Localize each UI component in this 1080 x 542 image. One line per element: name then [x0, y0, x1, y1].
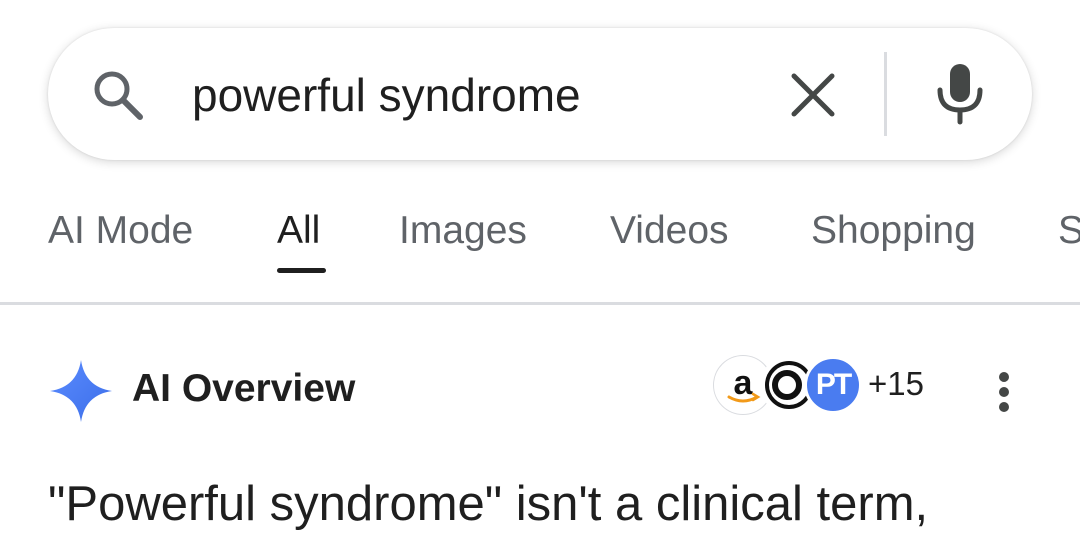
close-icon[interactable] [780, 62, 846, 128]
search-icon[interactable] [90, 67, 146, 123]
mic-icon[interactable] [928, 60, 992, 128]
tab-overflow[interactable]: S [1058, 206, 1080, 256]
sources-button[interactable]: a PT +15 [714, 352, 954, 422]
ai-overview-header: AI Overview a PT +15 [0, 340, 1080, 440]
pt-source-avatar: PT [804, 356, 862, 414]
ai-overview-text: "Powerful syndrome" isn't a clinical ter… [48, 477, 929, 531]
ai-overview-title: AI Overview [132, 367, 356, 410]
svg-text:a: a [734, 364, 754, 402]
tabs-divider [0, 302, 1080, 305]
active-tab-indicator [277, 268, 326, 273]
search-divider [884, 52, 887, 136]
more-sources-count: +15 [868, 365, 924, 402]
search-input[interactable] [192, 60, 752, 130]
search-results-page: AI Mode All Images Videos Shopping S AI … [0, 0, 1080, 542]
tab-all[interactable]: All [277, 206, 320, 256]
tab-images[interactable]: Images [399, 206, 527, 256]
tab-videos[interactable]: Videos [610, 206, 729, 256]
tab-ai-mode[interactable]: AI Mode [48, 206, 193, 256]
search-tabs: AI Mode All Images Videos Shopping S [0, 190, 1080, 280]
tab-shopping[interactable]: Shopping [811, 206, 976, 256]
more-vert-icon[interactable] [984, 364, 1024, 420]
sparkle-icon [48, 358, 114, 424]
